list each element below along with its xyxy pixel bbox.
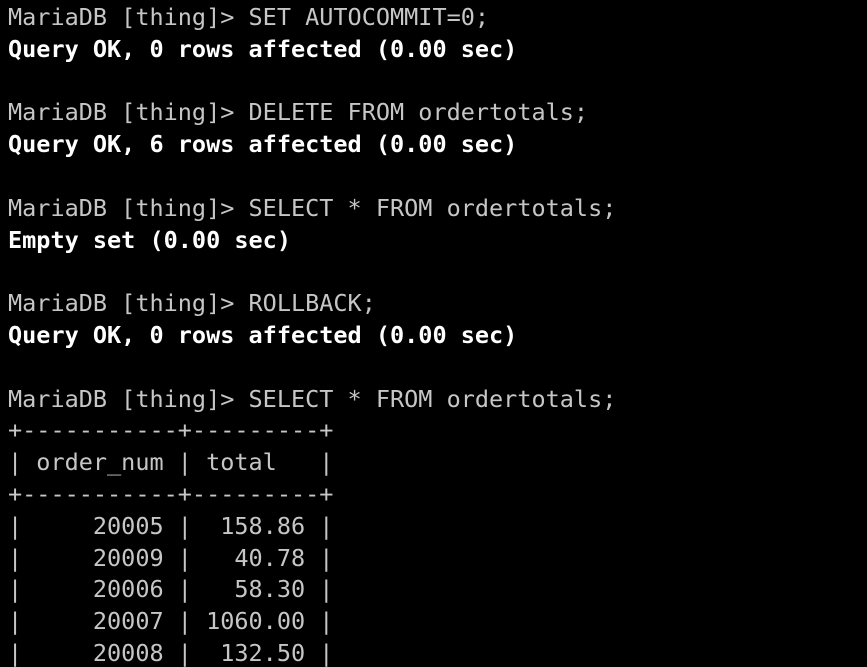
terminal-screen[interactable]: MariaDB [thing]> SET AUTOCOMMIT=0; Query … [8,2,867,667]
terminal-table-line: | 20009 | 40.78 | [8,543,334,572]
terminal-output-line: Query OK, 0 rows affected (0.00 sec) [8,320,518,349]
terminal-output-line: Query OK, 6 rows affected (0.00 sec) [8,130,518,159]
terminal-table-line: | order_num | total | [8,448,334,477]
terminal-table-line: | 20008 | 132.50 | [8,638,334,667]
terminal-table-line: | 20006 | 58.30 | [8,575,334,604]
terminal-table-line: +-----------+---------+ [8,416,334,445]
terminal-table-line: +-----------+---------+ [8,479,334,508]
terminal-output-line: Query OK, 0 rows affected (0.00 sec) [8,34,518,63]
terminal-command-line: MariaDB [thing]> SET AUTOCOMMIT=0; [8,3,490,31]
terminal-command-line: MariaDB [thing]> ROLLBACK; [8,289,376,318]
terminal-window[interactable]: MariaDB [thing]> SET AUTOCOMMIT=0; Query … [0,0,867,667]
terminal-table-line: | 20007 | 1060.00 | [8,607,334,636]
terminal-output-line: Empty set (0.00 sec) [8,225,291,254]
terminal-table-line: | 20005 | 158.86 | [8,511,334,540]
terminal-command-line: MariaDB [thing]> DELETE FROM ordertotals… [8,98,589,127]
terminal-command-line: MariaDB [thing]> SELECT * FROM ordertota… [8,384,617,413]
terminal-command-line: MariaDB [thing]> SELECT * FROM ordertota… [8,193,617,222]
